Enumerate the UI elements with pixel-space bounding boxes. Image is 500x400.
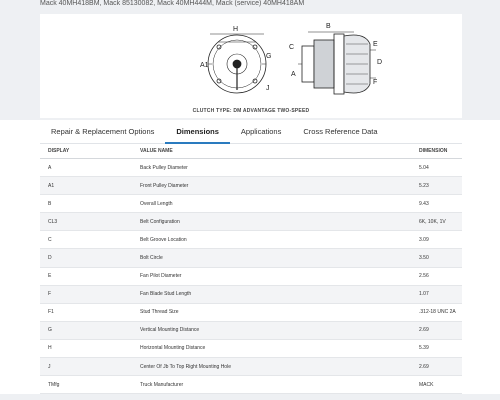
tab-repair-replacement-options[interactable]: Repair & Replacement Options xyxy=(40,120,165,144)
cell-dimension: 3.09 xyxy=(419,236,429,243)
front-view-drawing xyxy=(207,33,267,94)
cell-display: F1 xyxy=(48,309,54,316)
fan-clutch-diagram: H A1 C A B E D F G J xyxy=(200,23,382,95)
cell-display: TMfg xyxy=(48,381,60,388)
cell-value-name: Back Pulley Diameter xyxy=(140,164,188,171)
table-row: H Horizontal Mounting Distance 5.39 xyxy=(40,339,462,359)
table-row: E Fan Pilot Diameter 2.56 xyxy=(40,267,462,286)
cell-value-name: Vertical Mounting Distance xyxy=(140,327,200,334)
cell-dimension: 9.43 xyxy=(419,200,429,207)
header-dimension: DIMENSION xyxy=(419,148,448,154)
label-c: C xyxy=(289,44,294,51)
label-d: D xyxy=(377,59,382,66)
cell-value-name: Bolt Circle xyxy=(140,255,163,262)
cell-display: E xyxy=(48,273,52,280)
label-a: A xyxy=(291,71,296,78)
cell-dimension: MACK xyxy=(419,381,434,388)
table-row: CL3 Belt Configuration 6K, 10K, 1V xyxy=(40,213,462,232)
cell-display: F xyxy=(48,291,52,298)
cell-value-name: Center Of Jb To Top Right Mounting Hole xyxy=(140,363,231,370)
table-row: TMfg Truck Manufacturer MACK xyxy=(40,376,462,395)
table-row: C Belt Groove Location 3.09 xyxy=(40,231,462,250)
cell-value-name: Belt Configuration xyxy=(140,218,180,225)
cell-value-name: Truck Manufacturer xyxy=(140,381,184,388)
label-e: E xyxy=(373,41,378,48)
part-numbers-text: Mack 40MH418BM, Mack 85130082, Mack 40MH… xyxy=(40,0,305,7)
cell-dimension: 2.56 xyxy=(419,273,429,280)
cell-dimension: 5.23 xyxy=(419,182,429,189)
cell-dimension: 5.04 xyxy=(419,164,429,171)
cell-dimension: 3.50 xyxy=(419,255,429,262)
label-j: J xyxy=(266,85,270,92)
clutch-diagram-card: H A1 C A B E D F G J CLUTCH TYPE: DM ADV… xyxy=(40,14,462,118)
cell-dimension: 6K, 10K, 1V xyxy=(419,218,446,225)
diagram-caption: CLUTCH TYPE: DM ADVANTAGE TWO-SPEED xyxy=(192,108,310,114)
cell-value-name: Belt Groove Location xyxy=(140,236,187,243)
cell-display: A xyxy=(48,164,52,171)
cell-value-name: Fan Blade Stud Length xyxy=(140,291,192,298)
table-row: F1 Stud Thread Size .312-18 UNC 2A xyxy=(40,303,462,322)
table-header: DISPLAY VALUE NAME DIMENSION xyxy=(40,144,462,159)
cell-dimension: 1.07 xyxy=(419,291,429,298)
cell-value-name: Stud Thread Size xyxy=(140,309,179,316)
cell-value-name: Front Pulley Diameter xyxy=(140,182,189,189)
cell-dimension: .312-18 UNC 2A xyxy=(419,309,456,316)
cell-display: C xyxy=(48,236,52,243)
header-value-name: VALUE NAME xyxy=(140,148,173,154)
label-h: H xyxy=(233,26,238,33)
table-body: A Back Pulley Diameter 5.04 A1 Front Pulley… xyxy=(40,159,462,395)
cell-value-name: Overall Length xyxy=(140,200,173,207)
cell-dimension: 2.69 xyxy=(419,327,429,334)
cell-display: CL3 xyxy=(48,218,58,225)
header-display: DISPLAY xyxy=(48,148,70,154)
label-a1: A1 xyxy=(200,62,209,69)
table-row: D Bolt Circle 3.50 xyxy=(40,249,462,268)
cell-dimension: 2.69 xyxy=(419,363,429,370)
table-row: A1 Front Pulley Diameter 5.23 xyxy=(40,177,462,196)
cell-display: D xyxy=(48,255,52,262)
cell-value-name: Fan Pilot Diameter xyxy=(140,273,182,280)
cell-display: B xyxy=(48,200,52,207)
label-b: B xyxy=(326,23,331,30)
footer-band xyxy=(0,394,500,400)
table-row: G Vertical Mounting Distance 2.69 xyxy=(40,321,462,340)
side-view-drawing xyxy=(298,31,376,95)
dimensions-table: DISPLAY VALUE NAME DIMENSION A Back Pulle… xyxy=(40,144,462,395)
label-f: F xyxy=(373,79,377,86)
table-row: A Back Pulley Diameter 5.04 xyxy=(40,159,462,178)
label-g: G xyxy=(266,53,271,60)
table-row: B Overall Length 9.43 xyxy=(40,195,462,214)
tab-dimensions[interactable]: Dimensions xyxy=(165,120,230,144)
table-row: J Center Of Jb To Top Right Mounting Hole… xyxy=(40,358,462,377)
cell-display: H xyxy=(48,345,52,352)
tab-bar: Repair & Replacement Options Dimensions … xyxy=(40,120,462,144)
tab-cross-reference-data[interactable]: Cross Reference Data xyxy=(292,120,388,144)
cell-dimension: 5.39 xyxy=(419,345,429,352)
cell-value-name: Horizontal Mounting Distance xyxy=(140,345,206,352)
cell-display: A1 xyxy=(48,182,55,189)
tab-applications[interactable]: Applications xyxy=(230,120,292,144)
table-row: F Fan Blade Stud Length 1.07 xyxy=(40,285,462,304)
cell-display: G xyxy=(48,327,52,334)
cell-display: J xyxy=(48,363,51,370)
